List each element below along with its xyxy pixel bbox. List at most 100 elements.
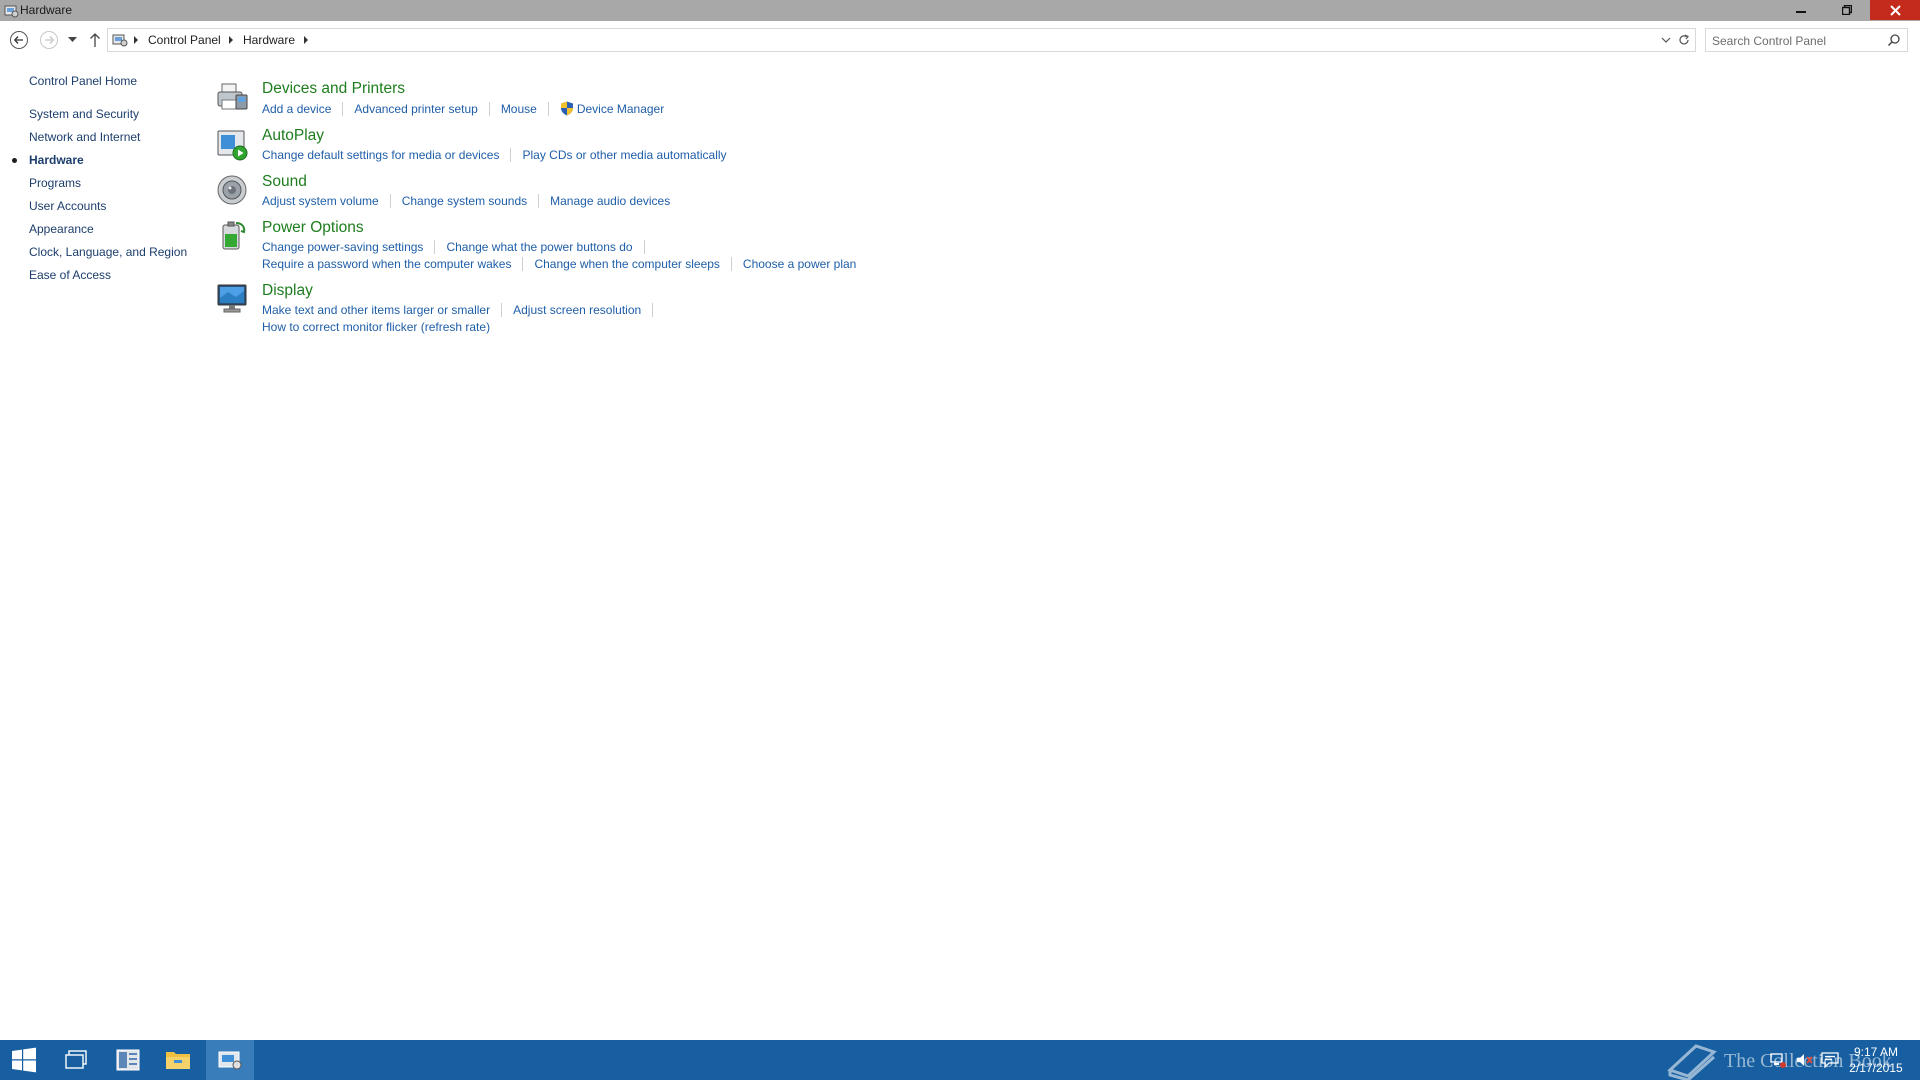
search-input[interactable] bbox=[1712, 33, 1882, 48]
address-history-button[interactable] bbox=[1659, 33, 1673, 47]
sidebar-item-user-accounts[interactable]: User Accounts bbox=[29, 199, 106, 213]
system-clock[interactable]: 9:17 AM 2/17/2015 bbox=[1840, 1044, 1912, 1076]
separator bbox=[538, 194, 540, 208]
control-panel-taskbar-button[interactable] bbox=[206, 1040, 254, 1080]
separator bbox=[342, 101, 344, 116]
change-power-saving-settings-link[interactable]: Change power-saving settings bbox=[262, 240, 423, 254]
separator bbox=[522, 257, 524, 271]
monitor-flicker-help-link[interactable]: How to correct monitor flicker (refresh … bbox=[262, 320, 490, 334]
adjust-system-volume-link[interactable]: Adjust system volume bbox=[262, 194, 379, 208]
autoplay-link[interactable]: AutoPlay bbox=[262, 127, 324, 145]
breadcrumb-control-panel[interactable]: Control Panel bbox=[148, 33, 221, 47]
minimize-icon bbox=[1796, 11, 1806, 13]
control-panel-icon bbox=[218, 1051, 242, 1070]
clock-date: 2/17/2015 bbox=[1849, 1061, 1903, 1075]
breadcrumb-arrow-icon[interactable] bbox=[304, 36, 308, 44]
sidebar-item-hardware[interactable]: Hardware bbox=[29, 153, 84, 167]
network-tray-button[interactable] bbox=[1766, 1040, 1790, 1080]
restore-icon bbox=[1842, 5, 1852, 15]
add-a-device-link[interactable]: Add a device bbox=[262, 102, 331, 116]
sidebar-item-programs[interactable]: Programs bbox=[29, 176, 81, 190]
display-link[interactable]: Display bbox=[262, 282, 313, 300]
up-arrow-icon bbox=[90, 33, 100, 47]
control-panel-home-link[interactable]: Control Panel Home bbox=[29, 74, 137, 88]
separator bbox=[643, 240, 645, 254]
minimize-button[interactable] bbox=[1778, 0, 1824, 20]
chevron-down-icon bbox=[67, 37, 77, 42]
task-row: Add a device Advanced printer setup Mous… bbox=[262, 101, 664, 116]
task-view-icon bbox=[65, 1050, 87, 1069]
change-system-sounds-link[interactable]: Change system sounds bbox=[402, 194, 527, 208]
control-panel-icon bbox=[4, 5, 19, 18]
window-title: Hardware bbox=[20, 3, 73, 17]
sidebar-item-appearance[interactable]: Appearance bbox=[29, 222, 94, 236]
task-row: Require a password when the computer wak… bbox=[262, 257, 856, 271]
uac-shield-icon bbox=[560, 101, 573, 116]
separator bbox=[547, 101, 549, 116]
clock-time: 9:17 AM bbox=[1853, 1045, 1899, 1059]
forward-button[interactable] bbox=[38, 29, 60, 51]
close-icon bbox=[1889, 4, 1901, 16]
restore-button[interactable] bbox=[1824, 0, 1870, 20]
search-icon[interactable] bbox=[1887, 33, 1901, 47]
action-center-button[interactable] bbox=[1818, 1040, 1842, 1080]
separator bbox=[501, 303, 503, 317]
monitor-icon bbox=[217, 284, 247, 313]
title-bar: Hardware bbox=[0, 0, 1920, 21]
devices-and-printers-link[interactable]: Devices and Printers bbox=[262, 80, 405, 98]
separator bbox=[434, 240, 436, 254]
volume-tray-button[interactable] bbox=[1792, 1040, 1816, 1080]
battery-icon bbox=[222, 221, 246, 250]
task-row: How to correct monitor flicker (refresh … bbox=[262, 320, 490, 334]
choose-power-plan-link[interactable]: Choose a power plan bbox=[743, 257, 856, 271]
server-manager-icon bbox=[116, 1049, 140, 1071]
change-power-buttons-link[interactable]: Change what the power buttons do bbox=[446, 240, 632, 254]
separator bbox=[730, 257, 732, 271]
network-icon bbox=[1770, 1053, 1786, 1068]
mouse-link[interactable]: Mouse bbox=[501, 102, 537, 116]
start-button[interactable] bbox=[0, 1040, 48, 1080]
task-row: Change default settings for media or dev… bbox=[262, 148, 727, 162]
file-explorer-button[interactable] bbox=[154, 1040, 202, 1080]
server-manager-button[interactable] bbox=[104, 1040, 152, 1080]
sidebar-item-system-and-security[interactable]: System and Security bbox=[29, 107, 139, 121]
power-options-link[interactable]: Power Options bbox=[262, 219, 364, 237]
separator bbox=[510, 148, 512, 162]
make-text-larger-link[interactable]: Make text and other items larger or smal… bbox=[262, 303, 490, 317]
device-manager-link[interactable]: Device Manager bbox=[560, 101, 664, 116]
separator bbox=[488, 101, 490, 116]
close-button[interactable] bbox=[1870, 0, 1920, 20]
notification-icon bbox=[1821, 1052, 1839, 1068]
play-cds-automatically-link[interactable]: Play CDs or other media automatically bbox=[522, 148, 726, 162]
sidebar-item-ease-of-access[interactable]: Ease of Access bbox=[29, 268, 111, 282]
breadcrumb-arrow-icon[interactable] bbox=[229, 36, 233, 44]
separator bbox=[652, 303, 654, 317]
change-default-media-settings-link[interactable]: Change default settings for media or dev… bbox=[262, 148, 499, 162]
book-logo-icon bbox=[1667, 1044, 1717, 1080]
sidebar-item-clock-language-region[interactable]: Clock, Language, and Region bbox=[29, 245, 187, 259]
task-view-button[interactable] bbox=[52, 1040, 100, 1080]
search-box[interactable] bbox=[1705, 28, 1908, 52]
sidebar-item-network-and-internet[interactable]: Network and Internet bbox=[29, 130, 140, 144]
task-row: Make text and other items larger or smal… bbox=[262, 303, 664, 317]
change-sleep-settings-link[interactable]: Change when the computer sleeps bbox=[534, 257, 719, 271]
advanced-printer-setup-link[interactable]: Advanced printer setup bbox=[354, 102, 477, 116]
speaker-icon bbox=[217, 175, 247, 205]
taskbar: The Collection Book 9:17 AM 2/17/2015 bbox=[0, 1040, 1920, 1080]
recent-locations-button[interactable] bbox=[64, 29, 80, 51]
adjust-screen-resolution-link[interactable]: Adjust screen resolution bbox=[513, 303, 641, 317]
volume-muted-icon bbox=[1797, 1054, 1813, 1066]
breadcrumb-arrow-icon[interactable] bbox=[134, 36, 138, 44]
back-arrow-icon bbox=[10, 31, 28, 49]
back-button[interactable] bbox=[8, 29, 30, 51]
require-password-on-wake-link[interactable]: Require a password when the computer wak… bbox=[262, 257, 511, 271]
address-bar[interactable]: Control Panel Hardware bbox=[107, 28, 1696, 52]
breadcrumb-hardware[interactable]: Hardware bbox=[243, 33, 295, 47]
refresh-button[interactable] bbox=[1677, 32, 1691, 48]
manage-audio-devices-link[interactable]: Manage audio devices bbox=[550, 194, 670, 208]
up-button[interactable] bbox=[84, 29, 106, 51]
separator bbox=[389, 194, 391, 208]
sound-link[interactable]: Sound bbox=[262, 173, 307, 191]
navigation-bar: Control Panel Hardware bbox=[0, 21, 1920, 59]
refresh-icon bbox=[1679, 34, 1689, 45]
